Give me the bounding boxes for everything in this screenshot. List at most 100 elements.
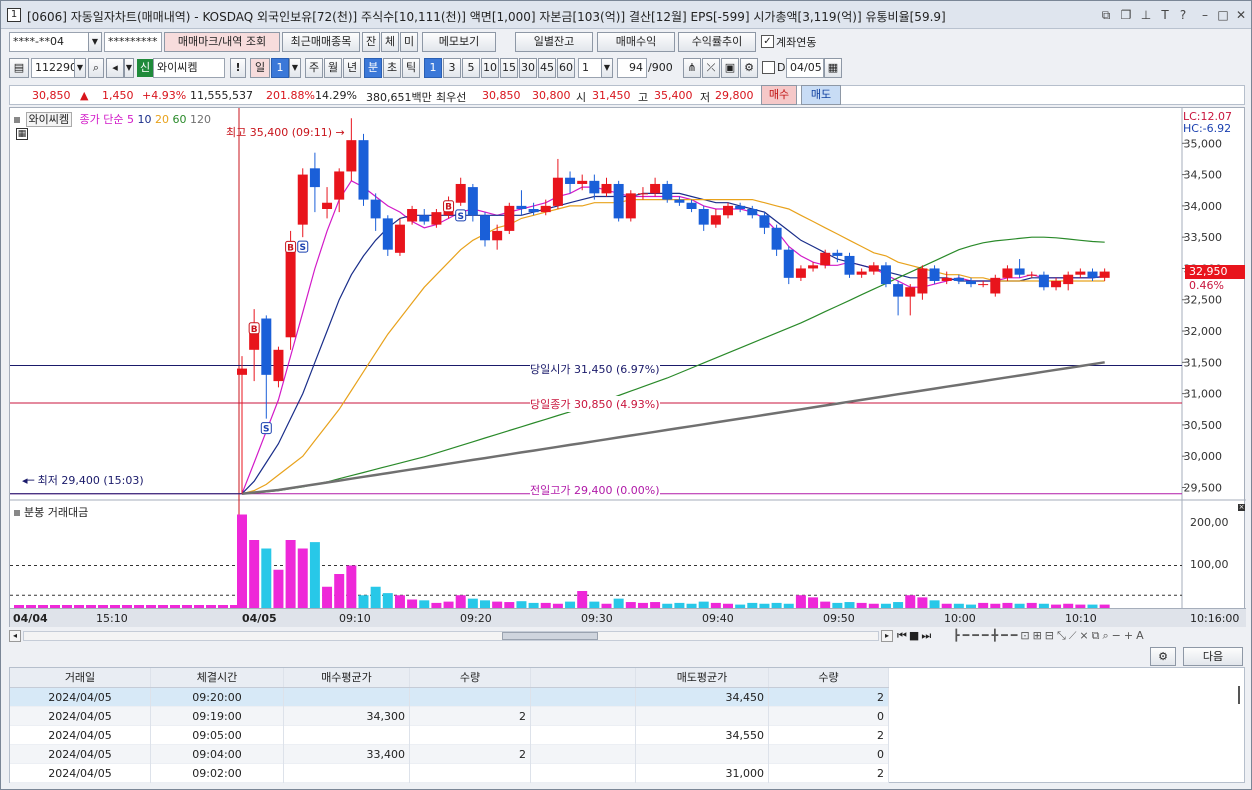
account-link-checkbox[interactable]: ✓ [761, 35, 774, 48]
minimize-icon[interactable]: – [1197, 7, 1213, 23]
period-tick-button[interactable]: 틱 [402, 58, 420, 78]
tool-copy-icon[interactable]: ⧉ [1092, 629, 1103, 642]
scroll-thumb[interactable] [502, 632, 598, 640]
link-icon[interactable]: ⧉ [1098, 7, 1114, 23]
interval-45-button[interactable]: 45 [538, 58, 556, 78]
period-year-button[interactable]: 년 [343, 58, 361, 78]
tool-line-icon[interactable]: ⤡ [1057, 629, 1069, 642]
save-icon[interactable]: ▣ [721, 58, 739, 78]
window-dup-icon[interactable]: ❐ [1118, 7, 1134, 23]
compare-icon[interactable]: ⤫ [702, 58, 720, 78]
account-field[interactable]: ****-**04 [9, 32, 89, 52]
zoom-out-icon[interactable]: − [1112, 629, 1124, 642]
nav-next-icon[interactable]: ⏭ [921, 629, 933, 642]
zoom-slider-icon[interactable]: ┣━━━╋━━ [953, 629, 1020, 642]
open-line-label: 당일시가 31,450 (6.97%) [530, 361, 660, 377]
sell-button[interactable]: 매도 [801, 85, 841, 105]
alert-icon[interactable]: ! [230, 58, 246, 78]
n-dropdown-icon[interactable]: ▼ [601, 58, 613, 78]
table-row[interactable]: 2024/04/05 09:05:00 34,550 2 [10, 726, 890, 745]
max-label: 최고 35,400 (09:11) → [226, 126, 345, 139]
text-tool-icon[interactable]: A [1136, 629, 1147, 642]
d-checkbox[interactable] [762, 61, 775, 74]
table-row[interactable]: 2024/04/05 09:19:00 34,300 2 0 [10, 707, 890, 726]
table-row[interactable]: 2024/04/05 09:02:00 31,000 2 [10, 764, 890, 783]
interval-3-button[interactable]: 3 [443, 58, 461, 78]
nav-stop-icon[interactable]: ■ [909, 629, 921, 642]
grid-table-icon[interactable]: ▦ [16, 128, 28, 140]
magnifier-icon[interactable]: ⌕ [1103, 629, 1112, 642]
candle-body [832, 252, 843, 256]
calendar-icon[interactable]: ▦ [824, 58, 842, 78]
help-icon[interactable]: ? [1175, 7, 1191, 23]
legend-stock-name[interactable]: 와이씨켐 [25, 112, 72, 127]
font-icon[interactable]: T [1157, 7, 1173, 23]
scroll-track[interactable] [23, 631, 879, 641]
search-icon[interactable]: ⌕ [88, 58, 104, 78]
chart-area[interactable]: 35,00034,50034,00033,50033,00032,50032,0… [9, 107, 1246, 627]
interval-15-button[interactable]: 15 [500, 58, 518, 78]
password-field[interactable]: ********* [104, 32, 162, 52]
next-button[interactable]: 다음 [1183, 647, 1243, 666]
speaker-dropdown-icon[interactable]: ▼ [124, 58, 134, 78]
jan-button[interactable]: 잔 [362, 32, 380, 52]
trade-profit-button[interactable]: 매매수익 [597, 32, 675, 52]
pin-icon[interactable]: ⊥ [1138, 7, 1154, 23]
memo-button[interactable]: 메모보기 [422, 32, 496, 52]
stock-code-field[interactable]: 112290 [31, 58, 75, 78]
trade-mark-button[interactable]: 매매마크/내역 조회 [164, 32, 280, 52]
volume-close-icon[interactable]: × [1238, 504, 1245, 511]
settings-icon[interactable]: ⚙ [740, 58, 758, 78]
tool-rect-icon[interactable]: ⊡ [1020, 629, 1032, 642]
candle-body [1063, 274, 1074, 285]
n-value-field[interactable]: 1 [578, 58, 602, 78]
code-dropdown-icon[interactable]: ▼ [74, 58, 86, 78]
period-dropdown-icon[interactable]: ▼ [289, 58, 301, 78]
profit-trend-button[interactable]: 수익률추이 [678, 32, 756, 52]
tool-fib-icon[interactable]: ⊟ [1045, 629, 1057, 642]
chart-scrollbar[interactable]: ◂ ▸ ⏮■⏭ ┣━━━╋━━⊡⊞⊟⤡⟋⨯⧉⌕−+A [9, 628, 1245, 644]
interval-1-button[interactable]: 1 [424, 58, 442, 78]
tool-cross-icon[interactable]: ⨯ [1079, 629, 1091, 642]
account-dropdown-icon[interactable]: ▼ [88, 32, 102, 52]
vertical-scroll-indicator[interactable] [1238, 686, 1240, 704]
date-field[interactable]: 04/05 [786, 58, 824, 78]
period-month-button[interactable]: 월 [324, 58, 342, 78]
scroll-left-icon[interactable]: ◂ [9, 630, 21, 642]
candle-body [346, 140, 357, 172]
period-day-button[interactable]: 일 [250, 58, 270, 78]
low-price: 29,800 [715, 89, 754, 102]
chart-layout-icon[interactable]: ▤ [9, 58, 29, 78]
interval-60-button[interactable]: 60 [557, 58, 575, 78]
drawing-tools[interactable]: ┣━━━╋━━⊡⊞⊟⤡⟋⨯⧉⌕−+A [953, 629, 1147, 643]
table-row[interactable]: 2024/04/05 09:20:00 34,450 2 [10, 688, 890, 707]
count-field[interactable]: 94 [617, 58, 647, 78]
buy-button[interactable]: 매수 [761, 85, 797, 105]
tool-trend-icon[interactable]: ⟋ [1069, 629, 1080, 642]
close-icon[interactable]: ✕ [1233, 7, 1249, 23]
indicator-icon[interactable]: ⋔ [683, 58, 701, 78]
mi-button[interactable]: 미 [400, 32, 418, 52]
chart-nav-controls[interactable]: ⏮■⏭ [897, 629, 933, 643]
current-price: 30,850 [32, 89, 71, 102]
interval-5-button[interactable]: 5 [462, 58, 480, 78]
period-value-field[interactable]: 1 [271, 58, 289, 78]
period-minute-button[interactable]: 분 [364, 58, 382, 78]
zoom-in-icon[interactable]: + [1124, 629, 1136, 642]
high-price: 35,400 [654, 89, 693, 102]
volume-bar [419, 600, 430, 608]
table-settings-icon[interactable]: ⚙ [1150, 647, 1176, 666]
recent-stocks-button[interactable]: 최근매매종목 [282, 32, 360, 52]
period-week-button[interactable]: 주 [305, 58, 323, 78]
nav-prev-icon[interactable]: ⏮ [897, 629, 909, 642]
che-button[interactable]: 체 [381, 32, 399, 52]
period-second-button[interactable]: 초 [383, 58, 401, 78]
interval-10-button[interactable]: 10 [481, 58, 499, 78]
scroll-right-icon[interactable]: ▸ [881, 630, 893, 642]
daily-balance-button[interactable]: 일별잔고 [515, 32, 593, 52]
speaker-icon[interactable]: ◂ [106, 58, 124, 78]
interval-30-button[interactable]: 30 [519, 58, 537, 78]
maximize-icon[interactable]: □ [1215, 7, 1231, 23]
tool-grid-icon[interactable]: ⊞ [1033, 629, 1045, 642]
table-row[interactable]: 2024/04/05 09:04:00 33,400 2 0 [10, 745, 890, 764]
